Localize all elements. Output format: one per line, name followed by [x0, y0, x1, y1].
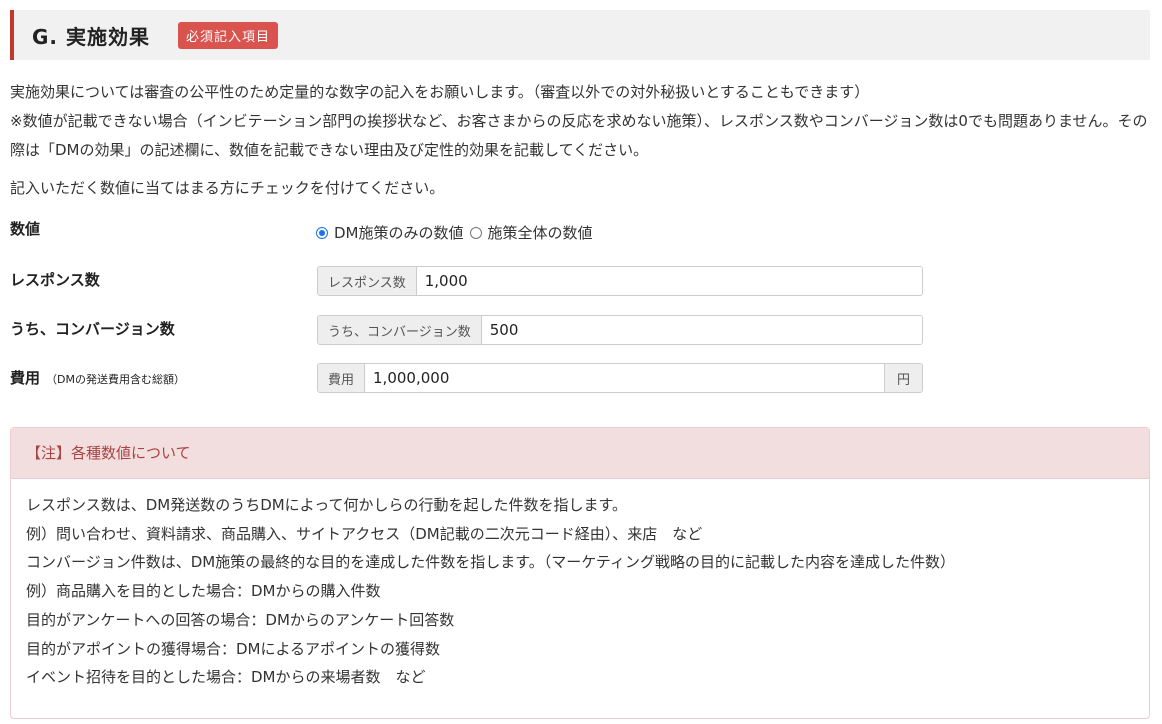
note-line: 例）問い合わせ、資料請求、商品購入、サイトアクセス（DM記載の二次元コード経由）…: [26, 524, 703, 543]
cost-addon: 費用: [318, 364, 366, 392]
required-badge: 必須記入項目: [178, 22, 279, 49]
note-panel: 【注】各種数値について レスポンス数は、DM発送数のうちDMによって何かしらの行…: [10, 427, 1150, 719]
conversion-label: うち、コンバージョン数: [10, 320, 175, 338]
note-heading: 【注】各種数値について: [11, 428, 1149, 479]
section-title: G. 実施効果: [32, 25, 150, 49]
response-input-group: レスポンス数 1,000: [317, 266, 923, 296]
cost-sublabel: （DMの発送費用含む総額）: [46, 373, 185, 386]
cost-input-group: 費用 1,000,000 円: [317, 363, 923, 393]
note-line: 例）商品購入を目的とした場合：DMからの購入件数: [26, 582, 381, 601]
note-line: イベント招待を目的とした場合：DMからの来場者数 など: [26, 668, 426, 687]
cost-label: 費用 （DMの発送費用含む総額）: [10, 367, 185, 388]
cost-unit-addon: 円: [883, 364, 922, 392]
response-label: レスポンス数: [10, 271, 100, 289]
note-line: コンバージョン件数は、DM施策の最終的な目的を達成した件数を指します。（マーケテ…: [26, 553, 955, 572]
numeric-type-label: 数値: [10, 220, 41, 238]
check-instruction: 記入いただく数値に当てはまる方にチェックを付けてください。: [10, 179, 445, 197]
section-header: G. 実施効果 必須記入項目: [10, 10, 1150, 60]
cost-label-text: 費用: [10, 369, 41, 387]
radio-overall-label[interactable]: 施策全体の数値: [488, 222, 593, 243]
conversion-addon: うち、コンバージョン数: [318, 316, 482, 344]
conversion-input-group: うち、コンバージョン数 500: [317, 315, 923, 345]
response-input[interactable]: 1,000: [416, 267, 922, 295]
radio-overall[interactable]: [469, 226, 482, 239]
radio-dm-only[interactable]: [316, 226, 328, 239]
intro-line-2: ※数値が記載できない場合（インビテーション部門の挨拶状など、お客さまからの反応を…: [10, 112, 1148, 159]
intro-line-1: 実施効果については審査の公平性のため定量的な数字の記入をお願いします。（審査以外…: [10, 83, 870, 101]
note-line: レスポンス数は、DM発送数のうちDMによって何かしらの行動を起した件数を指します…: [26, 496, 627, 514]
note-line: 目的がアンケートへの回答の場合：DMからのアンケート回答数: [26, 610, 455, 629]
radio-dm-only-label[interactable]: DM施策のみの数値: [334, 222, 464, 243]
cost-input[interactable]: 1,000,000: [365, 364, 884, 392]
response-addon: レスポンス数: [318, 267, 417, 295]
numeric-type-radio-group: DM施策のみの数値 施策全体の数値: [316, 222, 593, 243]
note-body: レスポンス数は、DM発送数のうちDMによって何かしらの行動を起した件数を指します…: [11, 479, 1149, 692]
conversion-input[interactable]: 500: [481, 316, 922, 344]
intro-text: 実施効果については審査の公平性のため定量的な数字の記入をお願いします。（審査以外…: [10, 78, 1150, 165]
note-line: 目的がアポイントの獲得場合：DMによるアポイントの獲得数: [26, 639, 441, 658]
